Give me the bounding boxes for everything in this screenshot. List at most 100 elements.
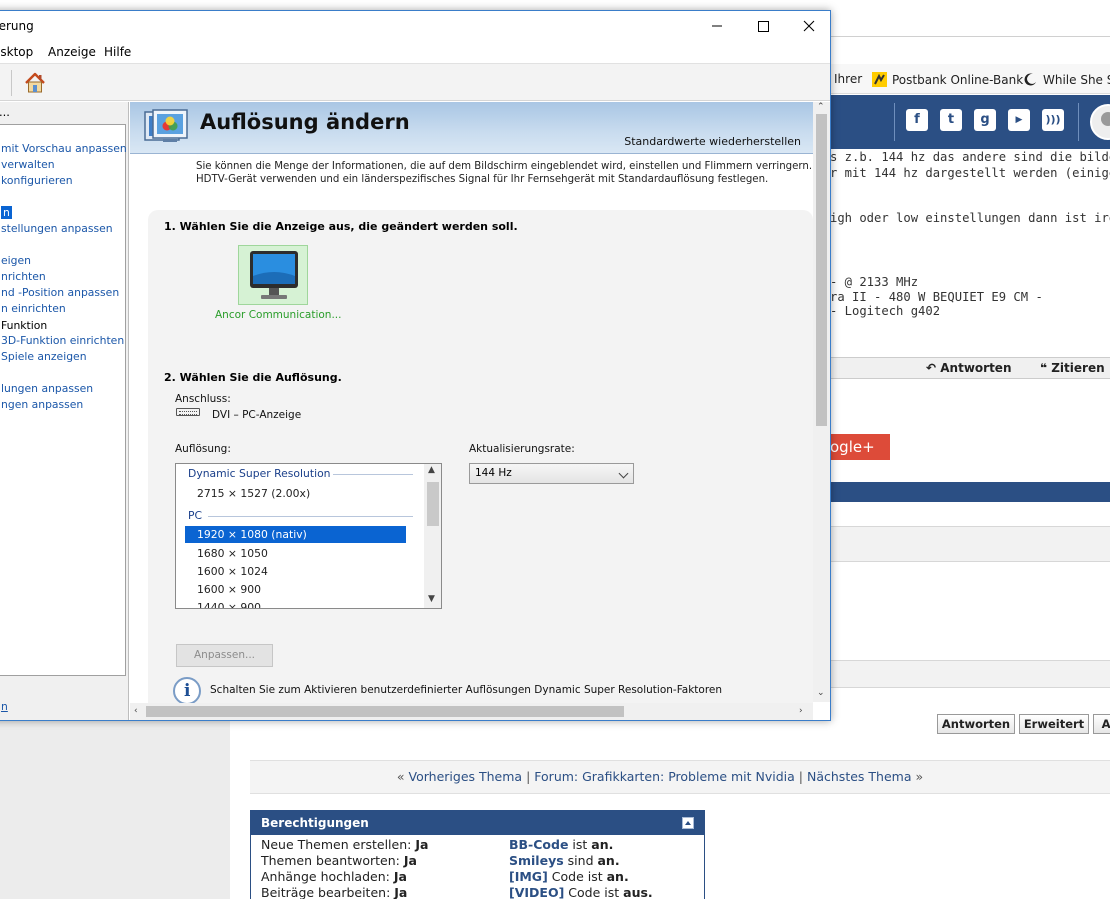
nav-right-quote: » — [915, 769, 924, 784]
forum-gray-band — [830, 660, 1110, 688]
forum-gray-band — [830, 526, 1110, 562]
menu-anzeige[interactable]: Anzeige — [48, 45, 96, 59]
scroll-left-icon[interactable]: ‹ — [134, 706, 138, 716]
img-code-link[interactable]: [IMG] — [509, 869, 548, 884]
title-bar[interactable]: nerung — [0, 11, 830, 41]
scroll-down-icon[interactable]: ⌄ — [817, 688, 825, 698]
collapse-icon[interactable] — [682, 817, 694, 829]
restore-defaults-link[interactable]: Standardwerte wiederherstellen — [624, 135, 801, 148]
system-info-link[interactable]: n — [1, 700, 8, 713]
forum-link[interactable]: Grafikkarten: Probleme mit Nvidia — [582, 769, 795, 784]
quote-label: Zitieren — [1051, 361, 1105, 375]
smileys-link[interactable]: Smileys — [509, 853, 564, 868]
bookmark-while-she-label: While She Sl — [1043, 73, 1110, 87]
home-icon[interactable] — [23, 71, 47, 95]
permission-row: Neue Themen erstellen: Ja — [261, 837, 429, 852]
reply-button[interactable]: Antworten — [937, 714, 1015, 734]
googleplus-share-button[interactable]: ogle+ — [830, 434, 890, 460]
vertical-scroll-thumb[interactable] — [816, 114, 827, 426]
tab-strip-divider — [830, 36, 1110, 37]
minimize-icon — [712, 25, 722, 27]
twitter-icon[interactable]: t — [940, 109, 962, 131]
list-item[interactable]: 1600 × 1024 — [197, 565, 268, 578]
postbank-icon — [872, 72, 887, 87]
tree-item[interactable]: mit Vorschau anpassen — [1, 142, 127, 155]
close-button[interactable] — [786, 11, 832, 41]
tree-item[interactable]: konfigurieren — [1, 174, 73, 187]
bookmark-while-she[interactable]: While She Sl — [1023, 72, 1110, 87]
refresh-rate-dropdown[interactable]: 144 Hz — [469, 463, 634, 484]
header-divider-2 — [1078, 103, 1079, 141]
list-item-selected[interactable]: 1920 × 1080 (nativ) — [185, 526, 406, 543]
scroll-right-icon[interactable]: › — [799, 706, 803, 716]
bookmark-postbank[interactable]: Postbank Online-Bank — [872, 72, 1023, 87]
tree-item[interactable]: lungen anpassen — [1, 382, 93, 395]
nav-separator: | — [526, 769, 531, 784]
googleplus-icon[interactable]: g — [974, 109, 996, 131]
tree-item[interactable]: ngen anpassen — [1, 398, 83, 411]
quote-link[interactable]: ❝ Zitieren — [1040, 361, 1105, 375]
reply-link[interactable]: ↶ Antworten — [926, 361, 1011, 375]
list-item[interactable]: 1600 × 900 — [197, 583, 261, 596]
tree-item[interactable]: nrichten — [1, 270, 46, 283]
list-scroll-thumb[interactable] — [427, 482, 439, 526]
scroll-down-icon[interactable]: ▼ — [428, 594, 435, 604]
refresh-rate-value: 144 Hz — [475, 467, 512, 479]
next-thread-link[interactable]: Nächstes Thema — [807, 769, 911, 784]
tree-category[interactable]: Funktion — [1, 319, 47, 332]
list-item[interactable]: 2715 × 1527 (2.00x) — [197, 487, 310, 500]
advanced-button[interactable]: Erweitert — [1019, 714, 1089, 734]
list-scrollbar[interactable]: ▲ ▼ — [424, 464, 441, 608]
menu-hilfe[interactable]: Hilfe — [104, 45, 131, 59]
group-divider — [333, 474, 413, 475]
permissions-left: Neue Themen erstellen: Ja Themen beantwo… — [261, 837, 428, 899]
tree-item[interactable]: stellungen anpassen — [1, 222, 113, 235]
forum-link-prefix[interactable]: Forum: — [534, 769, 578, 784]
page-title: Auflösung ändern — [200, 110, 410, 134]
tree-item[interactable]: 3D-Funktion einrichten — [1, 334, 124, 347]
bookmark-1[interactable]: Ihrer — [834, 72, 862, 86]
thread-navigation: « Vorheriges Thema | Forum: Grafikkarten… — [250, 760, 1110, 794]
vertical-scrollbar[interactable]: ⌃ ⌄ — [813, 102, 830, 702]
tree-item-selected[interactable]: n — [1, 206, 12, 219]
resolution-list[interactable]: Dynamic Super Resolution 2715 × 1527 (2.… — [175, 463, 442, 609]
youtube-icon[interactable]: ▶ — [1008, 109, 1030, 131]
tree-item[interactable]: n einrichten — [1, 302, 66, 315]
tree-item[interactable]: verwalten — [1, 158, 55, 171]
page-sidebar-area — [0, 720, 230, 899]
facebook-icon[interactable]: f — [906, 109, 928, 131]
permission-row: [IMG] Code ist an. — [509, 869, 629, 884]
horizontal-scroll-thumb[interactable] — [146, 706, 624, 717]
menu-desktop[interactable]: esktop — [0, 45, 33, 59]
description-line: HDTV-Gerät verwenden und ein länderspezi… — [196, 174, 769, 185]
minimize-button[interactable] — [694, 11, 740, 41]
list-item[interactable]: 1440 × 900 — [197, 601, 261, 608]
bookmark-postbank-label: Postbank Online-Bank — [892, 73, 1024, 87]
horizontal-scrollbar[interactable]: ‹ › — [130, 703, 813, 720]
info-icon — [173, 677, 201, 705]
toolbar — [0, 63, 830, 101]
bbcode-link[interactable]: BB-Code — [509, 837, 568, 852]
scroll-up-icon[interactable]: ⌃ — [817, 102, 825, 112]
tree-item[interactable]: Spiele anzeigen — [1, 350, 87, 363]
more-button[interactable]: Al — [1093, 714, 1110, 734]
display-tile[interactable] — [238, 245, 308, 305]
post-line: r mit 144 hz dargestellt werden (einige … — [830, 166, 1110, 180]
video-code-link[interactable]: [VIDEO] — [509, 885, 564, 899]
list-group-header: Dynamic Super Resolution — [188, 467, 331, 480]
tree-item[interactable]: eigen — [1, 254, 31, 267]
settings-section: 1. Wählen Sie die Anzeige aus, die geänd… — [148, 210, 813, 705]
moon-icon — [1024, 73, 1036, 86]
reply-icon: ↶ — [926, 361, 937, 375]
forum-blue-bar — [830, 482, 1110, 502]
tree-item[interactable]: nd -Position anpassen — [1, 286, 119, 299]
post-line: igh oder low einstellungen dann ist irge… — [830, 211, 1110, 225]
header-divider — [894, 103, 895, 141]
previous-thread-link[interactable]: Vorheriges Thema — [409, 769, 523, 784]
scroll-up-icon[interactable]: ▲ — [428, 465, 435, 475]
maximize-button[interactable] — [740, 11, 786, 41]
adjust-button[interactable]: Anpassen... — [176, 644, 273, 667]
display-name[interactable]: Ancor Communication... — [215, 309, 341, 321]
list-item[interactable]: 1680 × 1050 — [197, 547, 268, 560]
rss-icon[interactable]: ))) — [1042, 109, 1064, 131]
